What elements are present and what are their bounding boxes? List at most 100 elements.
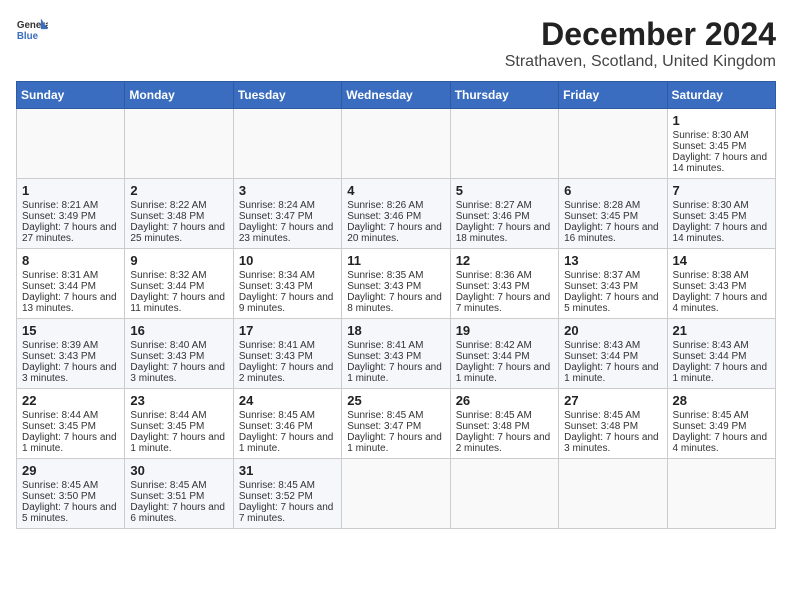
sunset-text: Sunset: 3:43 PM <box>347 281 444 292</box>
sunset-text: Sunset: 3:46 PM <box>239 421 336 432</box>
calendar-cell <box>233 109 341 179</box>
day-number: 21 <box>673 323 770 338</box>
daylight-text: Daylight: 7 hours and 16 minutes. <box>564 222 661 244</box>
sunset-text: Sunset: 3:47 PM <box>347 421 444 432</box>
daylight-text: Daylight: 7 hours and 3 minutes. <box>564 432 661 454</box>
calendar-cell: 4Sunrise: 8:26 AMSunset: 3:46 PMDaylight… <box>342 179 450 249</box>
daylight-text: Daylight: 7 hours and 13 minutes. <box>22 292 119 314</box>
calendar-week-row: 1Sunrise: 8:30 AMSunset: 3:45 PMDaylight… <box>17 109 776 179</box>
daylight-text: Daylight: 7 hours and 9 minutes. <box>239 292 336 314</box>
sunrise-text: Sunrise: 8:35 AM <box>347 270 444 281</box>
sunrise-text: Sunrise: 8:42 AM <box>456 340 553 351</box>
daylight-text: Daylight: 7 hours and 6 minutes. <box>130 502 227 524</box>
daylight-text: Daylight: 7 hours and 1 minute. <box>22 432 119 454</box>
sunrise-text: Sunrise: 8:38 AM <box>673 270 770 281</box>
daylight-text: Daylight: 7 hours and 14 minutes. <box>673 222 770 244</box>
sunrise-text: Sunrise: 8:45 AM <box>673 410 770 421</box>
daylight-text: Daylight: 7 hours and 4 minutes. <box>673 292 770 314</box>
sunrise-text: Sunrise: 8:22 AM <box>130 200 227 211</box>
sunrise-text: Sunrise: 8:45 AM <box>239 480 336 491</box>
calendar-week-row: 22Sunrise: 8:44 AMSunset: 3:45 PMDayligh… <box>17 389 776 459</box>
day-number: 6 <box>564 183 661 198</box>
svg-text:Blue: Blue <box>17 31 39 42</box>
calendar-cell: 14Sunrise: 8:38 AMSunset: 3:43 PMDayligh… <box>667 249 775 319</box>
calendar-body: 1Sunrise: 8:30 AMSunset: 3:45 PMDaylight… <box>17 109 776 529</box>
calendar-cell: 6Sunrise: 8:28 AMSunset: 3:45 PMDaylight… <box>559 179 667 249</box>
day-header-sunday: Sunday <box>17 82 125 109</box>
calendar-week-row: 1Sunrise: 8:21 AMSunset: 3:49 PMDaylight… <box>17 179 776 249</box>
day-header-tuesday: Tuesday <box>233 82 341 109</box>
sunset-text: Sunset: 3:43 PM <box>347 351 444 362</box>
calendar-cell: 5Sunrise: 8:27 AMSunset: 3:46 PMDaylight… <box>450 179 558 249</box>
page-header: General Blue December 2024 Strathaven, S… <box>16 16 776 71</box>
daylight-text: Daylight: 7 hours and 5 minutes. <box>564 292 661 314</box>
sunrise-text: Sunrise: 8:34 AM <box>239 270 336 281</box>
sunset-text: Sunset: 3:48 PM <box>456 421 553 432</box>
calendar-cell: 15Sunrise: 8:39 AMSunset: 3:43 PMDayligh… <box>17 319 125 389</box>
sunset-text: Sunset: 3:43 PM <box>673 281 770 292</box>
calendar-cell: 26 Sunrise: 8:45 AMSunset: 3:48 PMDayligh… <box>450 389 558 459</box>
day-number: 26 <box>456 393 553 408</box>
daylight-text: Daylight: 7 hours and 1 minute. <box>564 362 661 384</box>
calendar-cell: 31Sunrise: 8:45 AMSunset: 3:52 PMDayligh… <box>233 459 341 529</box>
sunset-text: Sunset: 3:44 PM <box>673 351 770 362</box>
sunset-text: Sunset: 3:44 PM <box>564 351 661 362</box>
daylight-text: Daylight: 7 hours and 2 minutes. <box>456 432 553 454</box>
day-number: 15 <box>22 323 119 338</box>
sunset-text: Sunset: 3:52 PM <box>239 491 336 502</box>
calendar-cell: 11 Sunrise: 8:35 AMSunset: 3:43 PMDayligh… <box>342 249 450 319</box>
day-number: 13 <box>564 253 661 268</box>
calendar-cell <box>450 109 558 179</box>
sunrise-text: Sunrise: 8:40 AM <box>130 340 227 351</box>
sunset-text: Sunset: 3:46 PM <box>456 211 553 222</box>
day-number: 25 <box>347 393 444 408</box>
calendar-cell: 24Sunrise: 8:45 AMSunset: 3:46 PMDayligh… <box>233 389 341 459</box>
sunset-text: Sunset: 3:48 PM <box>130 211 227 222</box>
calendar-cell: 9Sunrise: 8:32 AMSunset: 3:44 PMDaylight… <box>125 249 233 319</box>
day-number: 23 <box>130 393 227 408</box>
calendar-cell <box>17 109 125 179</box>
calendar-cell: 8Sunrise: 8:31 AMSunset: 3:44 PMDaylight… <box>17 249 125 319</box>
sunset-text: Sunset: 3:43 PM <box>564 281 661 292</box>
day-header-thursday: Thursday <box>450 82 558 109</box>
sunrise-text: Sunrise: 8:26 AM <box>347 200 444 211</box>
calendar-cell: 19Sunrise: 8:42 AMSunset: 3:44 PMDayligh… <box>450 319 558 389</box>
daylight-text: Daylight: 7 hours and 1 minute. <box>673 362 770 384</box>
logo-icon: General Blue <box>16 16 48 44</box>
sunrise-text: Sunrise: 8:41 AM <box>239 340 336 351</box>
day-number: 17 <box>239 323 336 338</box>
daylight-text: Daylight: 7 hours and 14 minutes. <box>673 152 770 174</box>
day-number: 29 <box>22 463 119 478</box>
day-number: 28 <box>673 393 770 408</box>
day-number: 1 <box>22 183 119 198</box>
day-header-monday: Monday <box>125 82 233 109</box>
sunrise-text: Sunrise: 8:27 AM <box>456 200 553 211</box>
day-number: 20 <box>564 323 661 338</box>
calendar-cell <box>342 459 450 529</box>
logo: General Blue <box>16 16 48 44</box>
day-number: 24 <box>239 393 336 408</box>
day-number: 22 <box>22 393 119 408</box>
daylight-text: Daylight: 7 hours and 7 minutes. <box>456 292 553 314</box>
day-number: 18 <box>347 323 444 338</box>
calendar-cell: 10Sunrise: 8:34 AMSunset: 3:43 PMDayligh… <box>233 249 341 319</box>
sunrise-text: Sunrise: 8:45 AM <box>456 410 553 421</box>
day-number: 3 <box>239 183 336 198</box>
sunrise-text: Sunrise: 8:30 AM <box>673 130 770 141</box>
sunrise-text: Sunrise: 8:43 AM <box>673 340 770 351</box>
calendar-cell: 17Sunrise: 8:41 AMSunset: 3:43 PMDayligh… <box>233 319 341 389</box>
location-title: Strathaven, Scotland, United Kingdom <box>505 53 776 71</box>
calendar-week-row: 29 Sunrise: 8:45 AM Sunset: 3:50 PM Dayligh… <box>17 459 776 529</box>
day-number: 27 <box>564 393 661 408</box>
sunset-text: Sunset: 3:51 PM <box>130 491 227 502</box>
sunset-text: Sunset: 3:50 PM <box>22 491 119 502</box>
sunrise-text: Sunrise: 8:30 AM <box>673 200 770 211</box>
daylight-text: Daylight: 7 hours and 8 minutes. <box>347 292 444 314</box>
sunset-text: Sunset: 3:46 PM <box>347 211 444 222</box>
day-number: 10 <box>239 253 336 268</box>
sunset-text: Sunset: 3:43 PM <box>130 351 227 362</box>
day-number: 19 <box>456 323 553 338</box>
day-number: 11 <box>347 253 444 268</box>
sunrise-text: Sunrise: 8:41 AM <box>347 340 444 351</box>
sunrise-text: Sunrise: 8:45 AM <box>130 480 227 491</box>
